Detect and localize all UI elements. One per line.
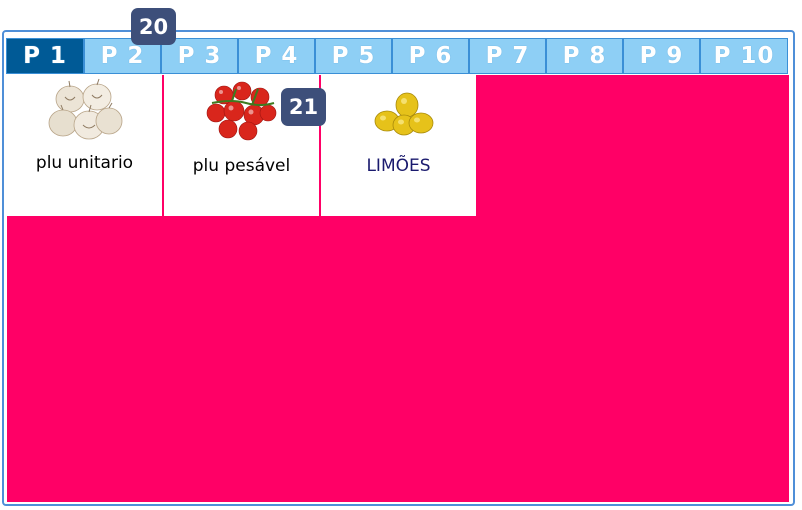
product-button-lemons[interactable]: LIMÕES <box>321 75 476 216</box>
tab-p4[interactable]: P 4 <box>238 38 315 74</box>
tab-p5[interactable]: P 5 <box>315 38 392 74</box>
annotation-badge: 21 <box>281 88 326 126</box>
tab-p6[interactable]: P 6 <box>392 38 469 74</box>
garlic-image <box>7 77 162 147</box>
product-label: plu pesável <box>192 156 291 176</box>
cell-divider <box>162 75 164 216</box>
tab-p10[interactable]: P 10 <box>700 38 788 74</box>
lemons-image <box>321 77 476 147</box>
product-button-garlic[interactable]: plu unitario <box>7 75 162 216</box>
tab-p1[interactable]: P 1 <box>6 38 84 74</box>
annotation-badge: 20 <box>131 8 176 45</box>
tab-p9[interactable]: P 9 <box>623 38 700 74</box>
tab-p7[interactable]: P 7 <box>469 38 546 74</box>
product-label: LIMÕES <box>366 156 431 176</box>
tab-p8[interactable]: P 8 <box>546 38 623 74</box>
product-label: plu unitario <box>35 153 134 173</box>
page-tabs: P 1 P 2 P 3 P 4 P 5 P 6 P 7 P 8 P 9 P 10 <box>6 38 788 74</box>
